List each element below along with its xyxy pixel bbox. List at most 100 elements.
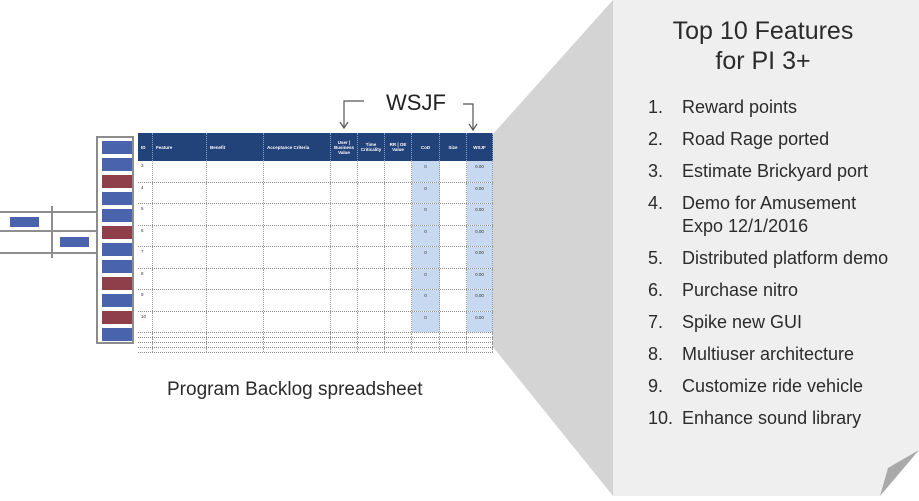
cell-id[interactable]: 6 [138, 225, 153, 246]
cell-wsjf[interactable]: 0.00 [467, 290, 493, 311]
cell[interactable] [331, 268, 358, 289]
cell-cod[interactable]: 0 [412, 290, 440, 311]
cell[interactable] [138, 343, 153, 347]
cell[interactable] [331, 333, 358, 337]
cell[interactable] [264, 290, 331, 311]
cell[interactable] [467, 348, 493, 352]
cell[interactable] [331, 338, 358, 342]
cell[interactable] [358, 247, 385, 268]
cell[interactable] [138, 348, 153, 352]
cell[interactable] [153, 348, 207, 352]
cell-cod[interactable]: 0 [412, 311, 440, 332]
cell[interactable] [153, 204, 207, 225]
cell-wsjf[interactable]: 0.00 [467, 182, 493, 203]
cell[interactable] [207, 204, 264, 225]
cell[interactable] [440, 338, 467, 342]
cell[interactable] [153, 182, 207, 203]
cell-cod[interactable]: 0 [412, 204, 440, 225]
cell[interactable] [412, 348, 440, 352]
cell[interactable] [440, 161, 467, 182]
cell[interactable] [358, 182, 385, 203]
cell[interactable] [207, 268, 264, 289]
cell[interactable] [385, 161, 412, 182]
cell[interactable] [331, 343, 358, 347]
cell[interactable] [153, 338, 207, 342]
cell-wsjf[interactable]: 0.00 [467, 311, 493, 332]
cell[interactable] [358, 348, 385, 352]
cell[interactable] [385, 268, 412, 289]
cell[interactable] [385, 225, 412, 246]
cell[interactable] [385, 348, 412, 352]
cell-wsjf[interactable]: 0.00 [467, 225, 493, 246]
cell-cod[interactable]: 0 [412, 268, 440, 289]
cell[interactable] [331, 311, 358, 332]
cell[interactable] [358, 311, 385, 332]
cell[interactable] [207, 290, 264, 311]
cell-cod[interactable]: 0 [412, 247, 440, 268]
cell[interactable] [207, 348, 264, 352]
cell[interactable] [264, 182, 331, 203]
cell[interactable] [207, 225, 264, 246]
cell[interactable] [153, 343, 207, 347]
cell-id[interactable]: 5 [138, 204, 153, 225]
cell[interactable] [358, 204, 385, 225]
cell[interactable] [138, 333, 153, 337]
cell[interactable] [385, 333, 412, 337]
cell-id[interactable]: 3 [138, 161, 153, 182]
cell[interactable] [440, 343, 467, 347]
cell[interactable] [440, 333, 467, 337]
cell[interactable] [264, 225, 331, 246]
cell[interactable] [412, 333, 440, 337]
cell[interactable] [153, 333, 207, 337]
cell-wsjf[interactable]: 0.00 [467, 268, 493, 289]
cell[interactable] [153, 290, 207, 311]
cell[interactable] [153, 225, 207, 246]
cell[interactable] [264, 333, 331, 337]
cell[interactable] [207, 333, 264, 337]
cell[interactable] [207, 247, 264, 268]
cell[interactable] [358, 161, 385, 182]
cell[interactable] [440, 348, 467, 352]
cell[interactable] [264, 161, 331, 182]
cell[interactable] [358, 268, 385, 289]
cell[interactable] [412, 338, 440, 342]
cell[interactable] [331, 225, 358, 246]
cell-id[interactable]: 8 [138, 268, 153, 289]
cell-id[interactable]: 10 [138, 311, 153, 332]
cell[interactable] [264, 247, 331, 268]
cell[interactable] [264, 268, 331, 289]
cell[interactable] [385, 343, 412, 347]
cell[interactable] [153, 247, 207, 268]
cell[interactable] [264, 204, 331, 225]
cell[interactable] [331, 204, 358, 225]
cell-cod[interactable]: 0 [412, 225, 440, 246]
cell[interactable] [358, 333, 385, 337]
cell[interactable] [385, 311, 412, 332]
cell[interactable] [207, 311, 264, 332]
cell[interactable] [138, 338, 153, 342]
cell[interactable] [358, 290, 385, 311]
cell[interactable] [153, 161, 207, 182]
cell[interactable] [264, 348, 331, 352]
cell[interactable] [440, 290, 467, 311]
cell[interactable] [264, 343, 331, 347]
cell-id[interactable]: 4 [138, 182, 153, 203]
cell[interactable] [467, 333, 493, 337]
cell[interactable] [385, 204, 412, 225]
cell[interactable] [331, 182, 358, 203]
cell[interactable] [440, 311, 467, 332]
cell[interactable] [385, 338, 412, 342]
cell-wsjf[interactable]: 0.00 [467, 247, 493, 268]
cell[interactable] [467, 338, 493, 342]
cell[interactable] [385, 182, 412, 203]
cell[interactable] [264, 338, 331, 342]
cell[interactable] [331, 348, 358, 352]
cell[interactable] [440, 225, 467, 246]
cell[interactable] [467, 343, 493, 347]
cell[interactable] [358, 338, 385, 342]
cell-cod[interactable]: 0 [412, 182, 440, 203]
cell[interactable] [440, 268, 467, 289]
cell-id[interactable]: 9 [138, 290, 153, 311]
cell[interactable] [385, 247, 412, 268]
cell[interactable] [358, 343, 385, 347]
